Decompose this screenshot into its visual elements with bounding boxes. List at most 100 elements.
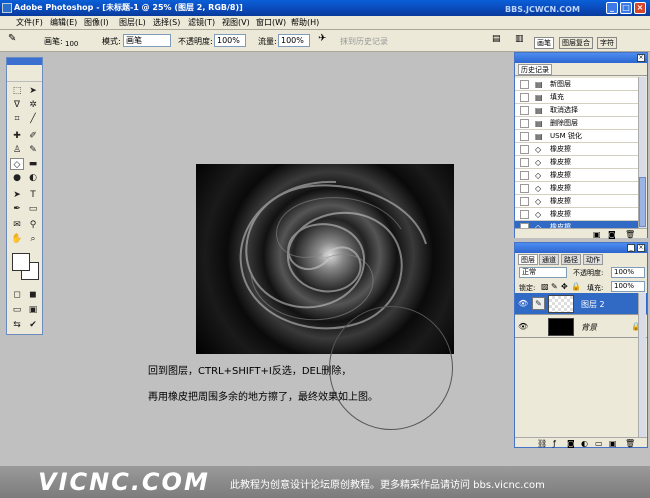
new-document-from-state-icon[interactable]: ▣	[593, 230, 601, 239]
adjustment-layer-icon[interactable]: ◐	[581, 439, 588, 448]
tab-paths[interactable]: 路径	[561, 254, 581, 265]
layer-row[interactable]: 👁 背景 🔒	[515, 316, 647, 338]
layer-opacity-input[interactable]: 100%	[611, 267, 645, 278]
dodge-tool-icon[interactable]: ◐	[26, 172, 40, 184]
history-item[interactable]: ▤ 填充	[515, 91, 639, 104]
history-item[interactable]: ◇ 橡皮擦	[515, 208, 639, 221]
eyedropper-tool-icon[interactable]: ⚲	[26, 219, 40, 231]
flow-input[interactable]: 100%	[278, 34, 310, 47]
menu-image[interactable]: 图像(I)	[84, 17, 109, 28]
path-selection-tool-icon[interactable]: ➤	[10, 189, 24, 201]
eraser-tool-preset-icon[interactable]: ✎	[8, 33, 16, 44]
history-source-checkbox[interactable]	[520, 132, 529, 141]
imageready-icon[interactable]: ⇆	[10, 319, 24, 331]
history-source-checkbox[interactable]	[520, 210, 529, 219]
trash-icon[interactable]: 🗑	[625, 230, 635, 239]
maximize-button[interactable]: □	[620, 2, 632, 14]
mode-select[interactable]: 画笔	[123, 34, 171, 47]
history-close-icon[interactable]: ×	[637, 54, 645, 62]
history-source-checkbox[interactable]	[520, 158, 529, 167]
history-item[interactable]: ▤ 取消选择	[515, 104, 639, 117]
history-source-checkbox[interactable]	[520, 145, 529, 154]
jump-to-icon[interactable]: ✔	[26, 319, 40, 331]
history-source-checkbox[interactable]	[520, 184, 529, 193]
slice-tool-icon[interactable]: ╱	[26, 113, 40, 125]
menu-view[interactable]: 视图(V)	[222, 17, 250, 28]
fill-input[interactable]: 100%	[611, 281, 645, 292]
shape-tool-icon[interactable]: ▭	[26, 203, 40, 215]
menu-edit[interactable]: 编辑(E)	[50, 17, 77, 28]
toolbox-header[interactable]	[7, 58, 42, 65]
standard-mode-icon[interactable]: ◻	[10, 289, 24, 301]
new-group-icon[interactable]: ▭	[595, 439, 603, 448]
pen-tool-icon[interactable]: ✒	[10, 203, 24, 215]
brush-tool-icon[interactable]: ✐	[26, 130, 40, 142]
magic-wand-tool-icon[interactable]: ✲	[26, 99, 40, 111]
lasso-tool-icon[interactable]: ᐁ	[10, 99, 24, 111]
delete-layer-icon[interactable]: 🗑	[625, 439, 635, 448]
lock-position-icon[interactable]: ✥	[561, 282, 568, 291]
new-snapshot-icon[interactable]: ◙	[608, 230, 616, 239]
history-item[interactable]: ◇ 橡皮擦	[515, 143, 639, 156]
erase-to-history-checkbox[interactable]: 抹到历史记录	[340, 36, 388, 47]
new-layer-icon[interactable]: ▣	[609, 439, 617, 448]
menu-select[interactable]: 选择(S)	[153, 17, 180, 28]
history-source-checkbox[interactable]	[520, 106, 529, 115]
close-button[interactable]: ×	[634, 2, 646, 14]
menu-layer[interactable]: 图层(L)	[119, 17, 146, 28]
marquee-tool-icon[interactable]: ⬚	[10, 85, 24, 97]
foreground-color-swatch[interactable]	[12, 253, 30, 271]
history-item[interactable]: ◇ 橡皮擦	[515, 169, 639, 182]
history-source-checkbox[interactable]	[520, 119, 529, 128]
link-layers-icon[interactable]: ⛓	[537, 439, 547, 448]
layer-row[interactable]: 👁 ✎ 图层 2	[515, 293, 647, 315]
history-item[interactable]: ▤ 删除图层	[515, 117, 639, 130]
crop-tool-icon[interactable]: ⌗	[10, 113, 24, 125]
healing-brush-tool-icon[interactable]: ✚	[10, 130, 24, 142]
eye-icon[interactable]: 👁	[518, 299, 528, 308]
menu-help[interactable]: 帮助(H)	[291, 17, 319, 28]
history-scrollbar[interactable]	[638, 77, 646, 229]
history-brush-tool-icon[interactable]: ✎	[26, 144, 40, 156]
opacity-input[interactable]: 100%	[214, 34, 246, 47]
menu-file[interactable]: 文件(F)	[16, 17, 43, 28]
history-source-checkbox[interactable]	[520, 80, 529, 89]
history-source-checkbox[interactable]	[520, 93, 529, 102]
airbrush-icon[interactable]: ✈	[318, 33, 326, 44]
minimize-button[interactable]: _	[606, 2, 618, 14]
layers-minimize-icon[interactable]: _	[627, 244, 635, 252]
gradient-tool-icon[interactable]: ▬	[26, 158, 40, 170]
lock-all-icon[interactable]: 🔒	[571, 282, 581, 291]
palette-tab-brushes[interactable]: 画笔	[534, 37, 554, 49]
tab-channels[interactable]: 通道	[539, 254, 559, 265]
layers-palette-header[interactable]: _ ×	[515, 243, 647, 253]
layer-style-icon[interactable]: ƒ	[553, 439, 556, 448]
layers-scrollbar[interactable]	[638, 293, 646, 439]
history-item[interactable]: ▤ USM 锐化	[515, 130, 639, 143]
menu-filter[interactable]: 滤镜(T)	[188, 17, 215, 28]
screen-mode-standard-icon[interactable]: ▭	[10, 304, 24, 316]
type-tool-icon[interactable]: T	[26, 189, 40, 201]
tab-actions[interactable]: 动作	[583, 254, 603, 265]
history-item[interactable]: ◇ 橡皮擦	[515, 182, 639, 195]
brush-size[interactable]: 100	[65, 40, 78, 48]
eye-icon[interactable]: 👁	[518, 322, 528, 331]
history-item[interactable]: ◇ 橡皮擦	[515, 195, 639, 208]
palette-tab-layer-comps[interactable]: 图层复合	[559, 37, 593, 49]
tab-layers[interactable]: 图层	[518, 254, 538, 265]
palette-tab-character[interactable]: 字符	[597, 37, 617, 49]
clone-stamp-tool-icon[interactable]: ♙	[10, 144, 24, 156]
lock-image-icon[interactable]: ✎	[551, 282, 558, 291]
history-item[interactable]: ◇ 橡皮擦	[515, 156, 639, 169]
layers-close-icon[interactable]: ×	[637, 244, 645, 252]
palette-well-icon[interactable]: ▥	[515, 34, 524, 44]
history-scroll-thumb[interactable]	[639, 177, 646, 227]
eraser-tool-icon[interactable]: ◇	[10, 158, 24, 170]
tab-history[interactable]: 历史记录	[518, 64, 552, 75]
notes-tool-icon[interactable]: ✉	[10, 219, 24, 231]
move-tool-icon[interactable]: ➤	[26, 85, 40, 97]
zoom-tool-icon[interactable]: ⌕	[26, 233, 40, 245]
layer-mask-icon[interactable]: ◙	[567, 439, 575, 448]
hand-tool-icon[interactable]: ✋	[10, 233, 24, 245]
lock-transparency-icon[interactable]: ▨	[541, 282, 549, 291]
